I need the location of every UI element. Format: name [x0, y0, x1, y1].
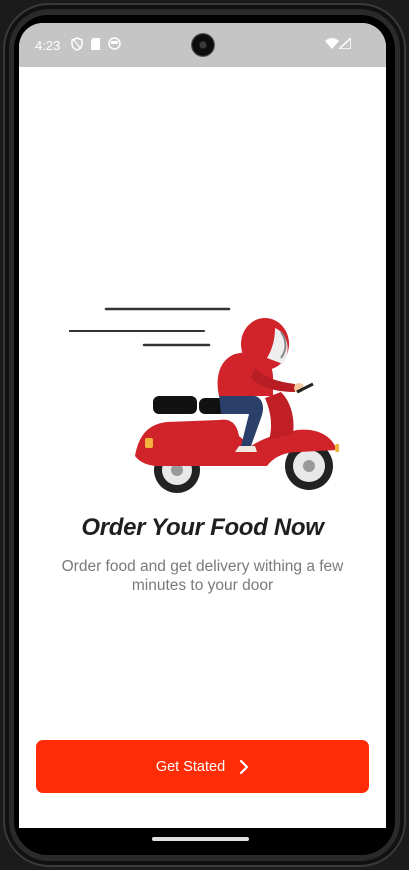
onboarding-subtitle: Order food and get delivery withing a fe… [61, 558, 344, 594]
phone-frame: 4:23 Order Your Food Now Order food and … [3, 3, 406, 867]
front-camera [192, 34, 214, 56]
onboarding-screen: Order Your Food Now Order food and get d… [19, 67, 386, 836]
face-icon [108, 37, 121, 50]
phone-bezel: 4:23 Order Your Food Now Order food and … [14, 15, 395, 855]
home-gesture-handle[interactable] [152, 837, 249, 841]
gesture-nav-bar [14, 828, 395, 855]
sim-card-icon [91, 38, 100, 50]
status-bar: 4:23 [19, 23, 386, 67]
cellular-signal-icon [339, 38, 351, 49]
shield-icon [71, 37, 83, 51]
onboarding-title: Order Your Food Now [81, 514, 324, 541]
status-time: 4:23 [35, 38, 61, 53]
get-started-button[interactable]: Get Stated [36, 740, 369, 793]
chevron-right-icon [240, 759, 249, 774]
screen: 4:23 Order Your Food Now Order food and … [19, 23, 386, 836]
get-started-label: Get Stated [155, 758, 226, 775]
speed-lines [69, 307, 231, 347]
delivery-scooter-illustration [69, 307, 339, 493]
wifi-icon [325, 38, 339, 49]
